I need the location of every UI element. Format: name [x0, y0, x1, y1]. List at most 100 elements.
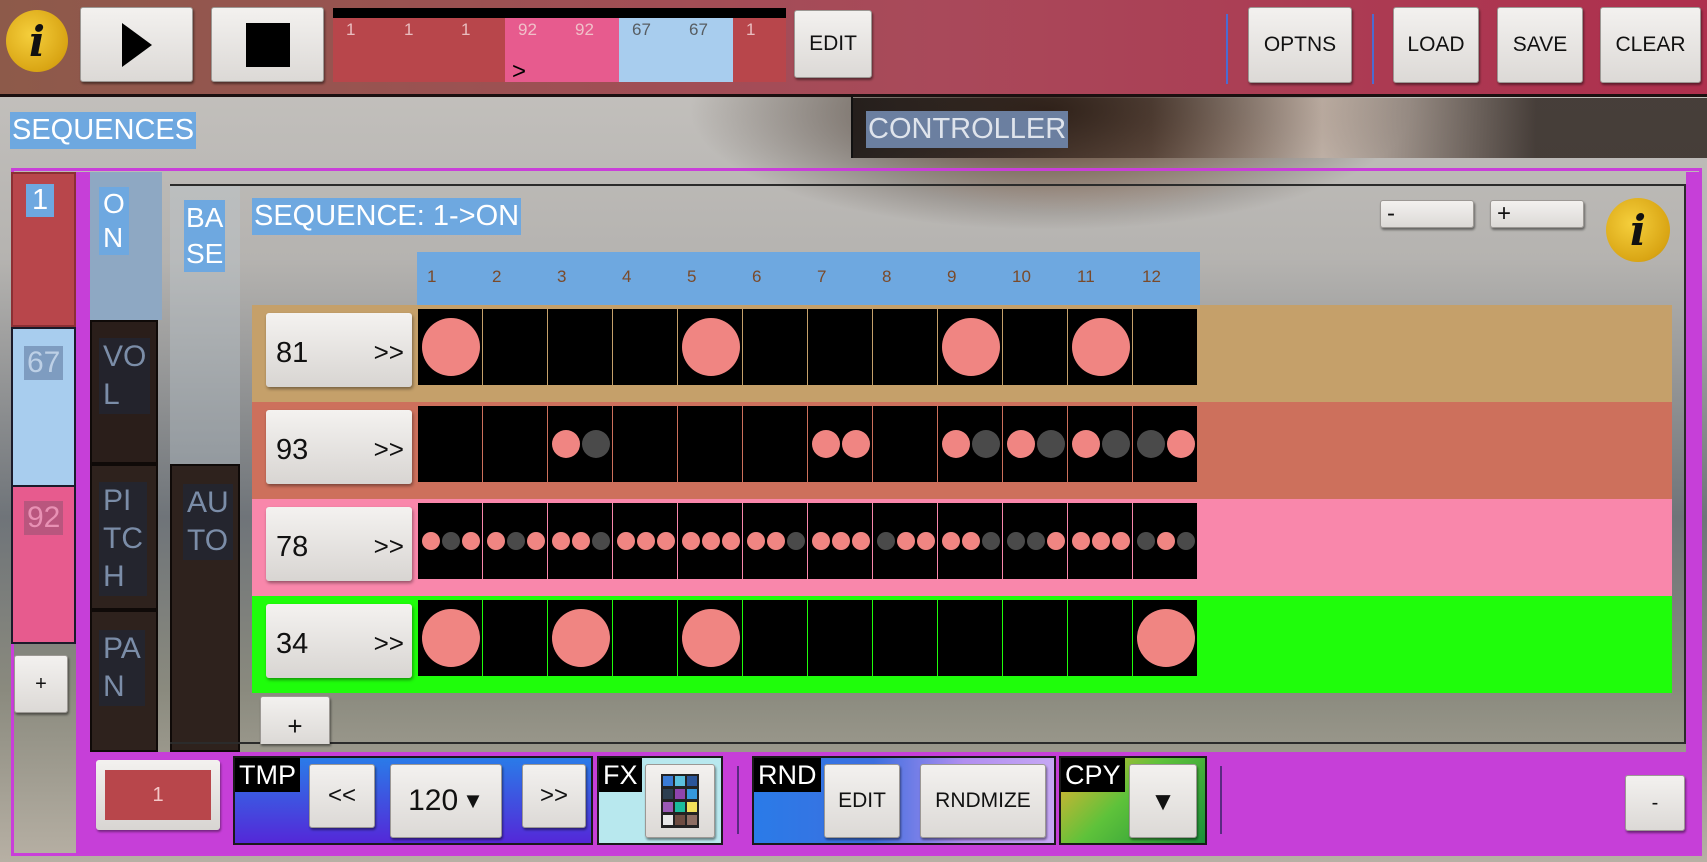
clear-button[interactable]: CLEAR — [1600, 7, 1701, 83]
step-cell[interactable] — [873, 406, 938, 482]
step-cell[interactable] — [483, 309, 548, 385]
sequence-slot-67[interactable]: 67 — [11, 327, 76, 487]
timeline-segment[interactable]: 1 — [448, 18, 505, 82]
add-sequence-button[interactable]: + — [14, 655, 68, 713]
zoom-in-button[interactable]: + — [1490, 200, 1584, 228]
step-cell[interactable] — [938, 503, 1003, 579]
step-cell[interactable] — [418, 600, 483, 676]
stop-button[interactable] — [211, 7, 324, 82]
load-button[interactable]: LOAD — [1393, 7, 1479, 83]
fx-grid-button[interactable] — [645, 764, 715, 838]
timeline-segment[interactable]: 67 — [619, 18, 676, 82]
tempo-prev-button[interactable]: << — [309, 764, 375, 828]
step-cell[interactable] — [743, 503, 808, 579]
step-cell[interactable] — [613, 406, 678, 482]
track-select-button[interactable]: 93 >> — [266, 410, 412, 484]
note-off-dot — [1026, 532, 1045, 550]
step-cell[interactable] — [938, 309, 1003, 385]
play-button[interactable] — [80, 7, 193, 82]
step-cell[interactable] — [678, 503, 743, 579]
note-off-dot — [581, 430, 610, 458]
step-cell[interactable] — [678, 406, 743, 482]
add-track-button[interactable]: + — [260, 696, 330, 744]
param-pitch-panel[interactable]: PI TC H — [90, 464, 158, 610]
note-on-dot — [681, 532, 700, 550]
step-cell[interactable] — [678, 600, 743, 676]
sequences-tab[interactable]: SEQUENCES — [10, 112, 197, 149]
step-cell[interactable] — [548, 600, 613, 676]
editor-info-icon[interactable]: i — [1606, 198, 1670, 262]
fx-label: FX — [599, 758, 642, 792]
collapse-button[interactable]: - — [1625, 775, 1685, 831]
step-cell[interactable] — [1003, 309, 1068, 385]
copy-dropdown-button[interactable]: ▼ — [1129, 764, 1197, 838]
step-cell[interactable] — [1003, 406, 1068, 482]
step-cell[interactable] — [678, 309, 743, 385]
step-cell[interactable] — [483, 406, 548, 482]
step-cell[interactable] — [808, 309, 873, 385]
step-cell[interactable] — [1068, 309, 1133, 385]
zoom-out-button[interactable]: - — [1380, 200, 1474, 228]
step-cell[interactable] — [1068, 406, 1133, 482]
param-vol-panel[interactable]: VO L — [90, 320, 158, 464]
step-cell[interactable] — [743, 406, 808, 482]
step-cell[interactable] — [873, 600, 938, 676]
step-cell[interactable] — [743, 309, 808, 385]
track-select-button[interactable]: 78 >> — [266, 507, 412, 581]
current-sequence-box[interactable]: 1 — [96, 760, 220, 830]
step-cell[interactable] — [483, 600, 548, 676]
save-button[interactable]: SAVE — [1497, 7, 1583, 83]
step-cell[interactable] — [1133, 503, 1198, 579]
step-cell[interactable] — [1068, 503, 1133, 579]
note-off-dot — [1101, 430, 1130, 458]
step-cell[interactable] — [613, 600, 678, 676]
param-pan-panel[interactable]: PA N — [90, 610, 158, 752]
step-cell[interactable] — [873, 503, 938, 579]
track-select-button[interactable]: 81 >> — [266, 313, 412, 387]
step-cell[interactable] — [418, 503, 483, 579]
step-cell[interactable] — [808, 503, 873, 579]
step-cell[interactable] — [1068, 600, 1133, 676]
step-cell[interactable] — [873, 309, 938, 385]
step-cell[interactable] — [1003, 503, 1068, 579]
step-cell[interactable] — [548, 309, 613, 385]
step-cell[interactable] — [548, 503, 613, 579]
step-cell[interactable] — [613, 309, 678, 385]
step-cell[interactable] — [938, 600, 1003, 676]
step-cell[interactable] — [548, 406, 613, 482]
step-cell[interactable] — [808, 406, 873, 482]
note-on-dot — [941, 318, 1000, 376]
step-cell[interactable] — [1133, 600, 1198, 676]
options-button[interactable]: OPTNS — [1248, 7, 1352, 83]
timeline-segment[interactable]: 1 — [391, 18, 448, 82]
track-select-button[interactable]: 34 >> — [266, 604, 412, 678]
song-timeline[interactable]: 1 1 1 92 92 67 67 1 — [333, 18, 786, 82]
step-cell[interactable] — [1003, 600, 1068, 676]
tempo-select[interactable]: 120 ▼ — [390, 764, 502, 838]
sequence-slot-92[interactable]: 92 — [11, 487, 76, 644]
step-cell[interactable] — [418, 406, 483, 482]
tempo-next-button[interactable]: >> — [522, 764, 586, 828]
timeline-segment[interactable]: 92 — [562, 18, 619, 82]
timeline-segment[interactable]: 67 — [676, 18, 733, 82]
step-cell[interactable] — [1133, 406, 1198, 482]
step-cell[interactable] — [938, 406, 1003, 482]
step-cell[interactable] — [483, 503, 548, 579]
controller-tab[interactable]: CONTROLLER — [866, 111, 1069, 148]
sequence-slot-1[interactable]: 1 — [11, 172, 76, 327]
step-cell[interactable] — [613, 503, 678, 579]
param-vol-label: VO L — [99, 338, 151, 414]
randomize-button[interactable]: RNDMIZE — [920, 764, 1046, 838]
stop-icon — [245, 22, 290, 67]
random-edit-button[interactable]: EDIT — [824, 764, 900, 838]
step-cell[interactable] — [808, 600, 873, 676]
timeline-segment[interactable]: 1 — [333, 18, 391, 82]
step-cell[interactable] — [418, 309, 483, 385]
info-icon[interactable]: i — [6, 10, 68, 72]
step-cell[interactable] — [743, 600, 808, 676]
step-cell[interactable] — [1133, 309, 1198, 385]
param-on-panel[interactable]: O N — [90, 172, 162, 320]
note-off-dot — [981, 532, 1000, 550]
timeline-segment[interactable]: 1 — [733, 18, 786, 82]
edit-timeline-button[interactable]: EDIT — [794, 10, 872, 78]
